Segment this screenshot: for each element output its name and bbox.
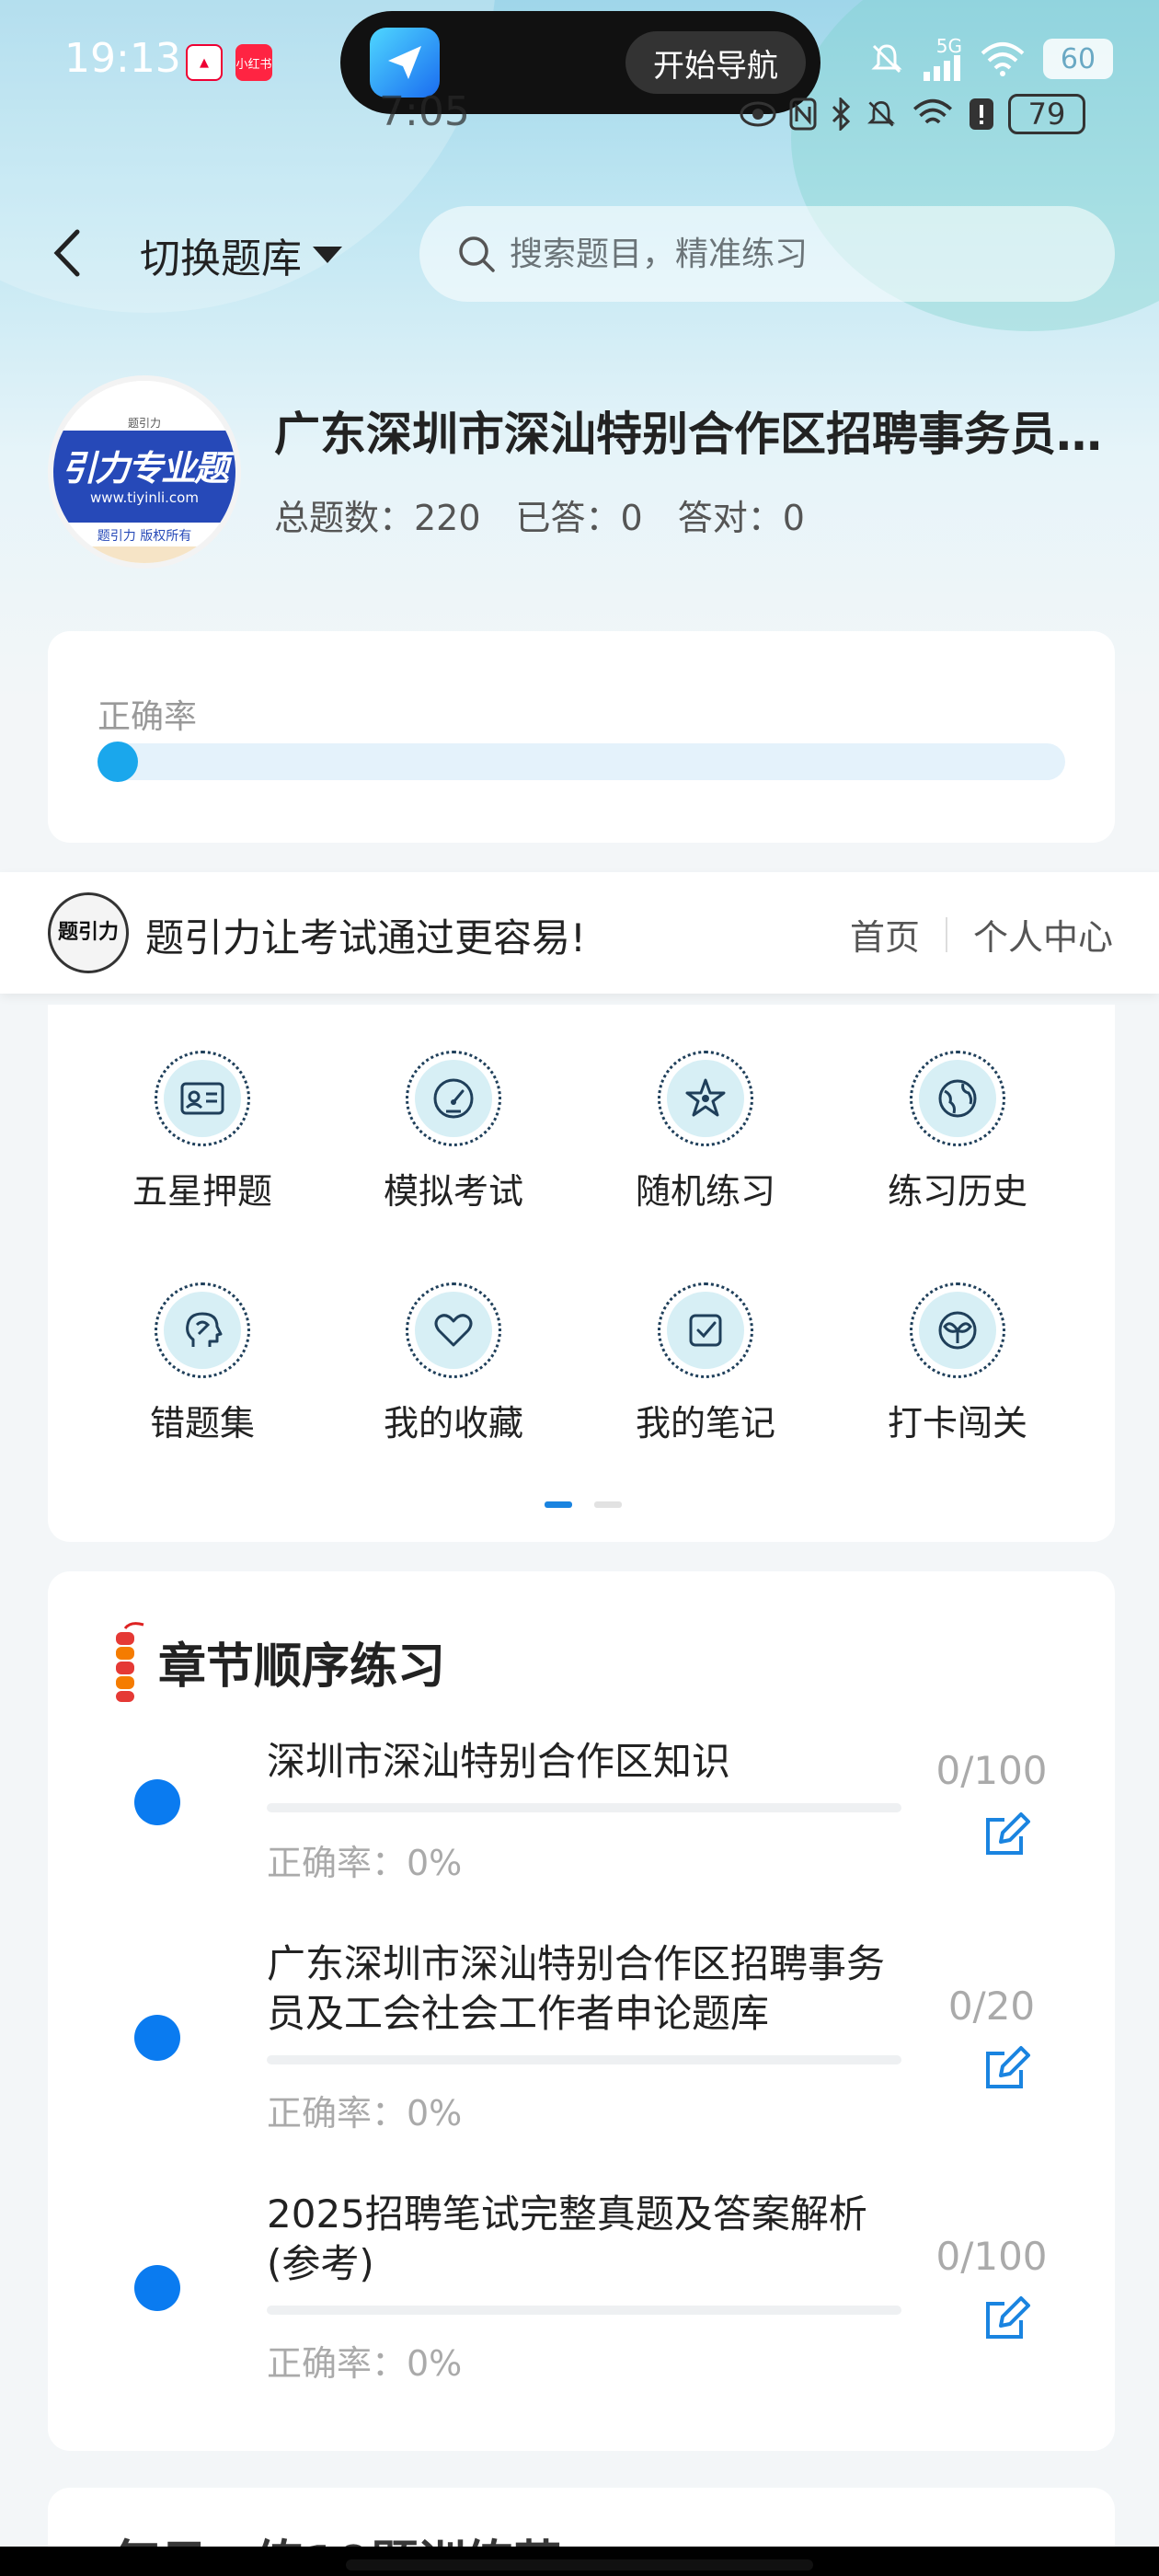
eye-icon — [740, 101, 776, 127]
ghost-battery-indicator: 79 — [1008, 94, 1085, 134]
nav-home-link[interactable]: 首页 — [850, 909, 920, 960]
mute-bell-icon — [871, 44, 902, 74]
alert-icon — [970, 98, 993, 130]
chapter-practice-button[interactable] — [981, 2293, 1032, 2344]
pager-dot — [594, 1501, 622, 1508]
search-icon — [459, 236, 495, 272]
navigation-app-icon — [370, 28, 440, 98]
bank-stats: 总题数：220 已答：0 答对：0 — [274, 489, 805, 540]
chapter-accuracy: 正确率：0% — [267, 1843, 463, 1883]
logo-url: www.tiyinli.com — [90, 489, 199, 506]
brand-nav: 首页 个人中心 — [850, 909, 1113, 960]
chapter-progress-track — [267, 2306, 901, 2315]
caret-down-icon — [313, 247, 342, 263]
feature-mock-exam[interactable]: 模拟考试 — [339, 1051, 568, 1213]
bluetooth-icon — [832, 98, 851, 131]
brand-banner: 题引力 题引力让考试通过更容易! 首页 个人中心 — [0, 872, 1159, 994]
edit-icon — [986, 2046, 1030, 2088]
grid-pager[interactable] — [545, 1501, 622, 1508]
firecracker-icon — [116, 1622, 144, 1702]
wifi-icon — [912, 98, 953, 124]
sprout-icon — [919, 1292, 996, 1369]
bank-title: 广东深圳市深汕特别合作区招聘事务员及工会社会工作者题库 — [274, 408, 1102, 461]
note-check-icon — [667, 1292, 744, 1369]
heart-icon — [415, 1292, 492, 1369]
chapter-progress-track — [267, 2055, 901, 2064]
answered-count: 已答：0 — [515, 498, 643, 538]
accuracy-label: 正确率 — [98, 698, 198, 736]
chapter-progress-track — [267, 1803, 901, 1812]
brand-logo: 题引力 — [48, 892, 129, 973]
mute-bell-icon — [867, 101, 895, 127]
feature-random-practice[interactable]: 随机练习 — [591, 1051, 820, 1213]
feature-practice-history[interactable]: 练习历史 — [843, 1051, 1073, 1213]
chapter-practice-button[interactable] — [981, 2042, 1032, 2094]
signal-icon: 5G — [922, 37, 962, 81]
globe-icon — [919, 1060, 996, 1137]
speedometer-icon — [415, 1060, 492, 1137]
shuffle-star-icon — [667, 1060, 744, 1137]
nfc-icon — [789, 98, 817, 131]
chapter-header: 章节顺序练习 — [103, 1617, 445, 1706]
id-card-icon — [164, 1060, 241, 1137]
chapter-status-dot — [134, 2015, 180, 2061]
chevron-left-icon — [53, 229, 80, 277]
app-notification-icon: ▲ — [186, 44, 223, 81]
feature-my-notes[interactable]: 我的笔记 — [591, 1282, 820, 1445]
chapter-name: 2025招聘笔试完整真题及答案解析(参考) — [267, 2191, 867, 2286]
battery-indicator: 60 — [1043, 39, 1113, 79]
chapter-section-title: 章节顺序练习 — [158, 1639, 446, 1695]
switch-bank-label: 切换题库 — [140, 236, 302, 282]
start-navigation-button[interactable]: 开始导航 — [625, 31, 806, 94]
back-button[interactable] — [48, 221, 94, 285]
head-icon — [164, 1292, 241, 1369]
logo-brand-text: 题引力 — [53, 381, 235, 431]
chapter-progress-count: 0/20 — [947, 1984, 1036, 2029]
edit-icon — [986, 2296, 1030, 2339]
chapter-accuracy: 正确率：0% — [267, 2343, 463, 2384]
nav-profile-link[interactable]: 个人中心 — [973, 909, 1113, 960]
accuracy-card: 正确率 — [48, 631, 1115, 843]
feature-grid: 五星押题 模拟考试 随机练习 练习历史 错题集 我的收藏 我的笔记 打卡闯关 — [48, 1005, 1115, 1542]
chapter-name: 广东深圳市深汕特别合作区招聘事务员及工会社会工作者申论题库 — [267, 1941, 886, 2036]
brand-slogan: 题引力让考试通过更容易! — [145, 915, 586, 960]
chapter-progress-count: 0/100 — [935, 2234, 1048, 2279]
bank-logo: 题引力 引力专业题 www.tiyinli.com 题引力 版权所有 — [48, 375, 241, 569]
logo-copyright: 题引力 版权所有 — [97, 529, 192, 544]
status-time: 19:13 — [64, 35, 181, 82]
chapter-progress-count: 0/100 — [935, 1748, 1048, 1793]
logo-title: 引力专业题 — [61, 448, 229, 489]
search-bar[interactable] — [419, 206, 1115, 302]
correct-count: 答对：0 — [677, 498, 805, 538]
chapter-status-dot — [134, 1779, 180, 1825]
feature-favorites[interactable]: 我的收藏 — [339, 1282, 568, 1445]
chapter-practice-button[interactable] — [981, 1809, 1032, 1860]
ghost-status-icons: 79 — [740, 94, 1085, 134]
chapter-item[interactable]: 广东深圳市深汕特别合作区招聘事务员及工会社会工作者申论题库 正确率：0% 0/2… — [48, 1939, 1115, 2142]
chapter-practice-card: 章节顺序练习 深圳市深汕特别合作区知识 正确率：0% 0/100 广东深圳市深汕… — [48, 1571, 1115, 2451]
home-indicator[interactable] — [346, 2559, 813, 2570]
pager-dot-active — [545, 1501, 572, 1508]
chapter-item[interactable]: 2025招聘笔试完整真题及答案解析(参考) 正确率：0% 0/100 — [48, 2190, 1115, 2392]
logo-band: 引力专业题 www.tiyinli.com — [53, 431, 235, 523]
chapter-item[interactable]: 深圳市深汕特别合作区知识 正确率：0% 0/100 — [48, 1737, 1115, 1903]
feature-five-star-questions[interactable]: 五星押题 — [87, 1051, 317, 1213]
search-input[interactable] — [510, 235, 1080, 273]
edit-icon — [986, 1812, 1030, 1855]
xiaohongshu-notification-icon: 小红书 — [235, 44, 272, 81]
switch-bank-button[interactable]: 切换题库 — [140, 225, 342, 284]
wifi-icon — [981, 42, 1025, 76]
feature-check-in-challenge[interactable]: 打卡闯关 — [843, 1282, 1073, 1445]
total-questions: 总题数：220 — [274, 498, 481, 538]
accuracy-progress-track — [98, 743, 1065, 780]
accuracy-progress-indicator — [98, 742, 138, 782]
chapter-status-dot — [134, 2265, 180, 2311]
nav-divider — [945, 916, 947, 952]
feature-wrong-questions[interactable]: 错题集 — [87, 1282, 317, 1445]
chapter-name: 深圳市深汕特别合作区知识 — [267, 1739, 731, 1784]
status-icons: 5G 60 — [868, 37, 1113, 81]
ghost-status-time: 7:05 — [379, 88, 470, 135]
chapter-accuracy: 正确率：0% — [267, 2093, 463, 2133]
